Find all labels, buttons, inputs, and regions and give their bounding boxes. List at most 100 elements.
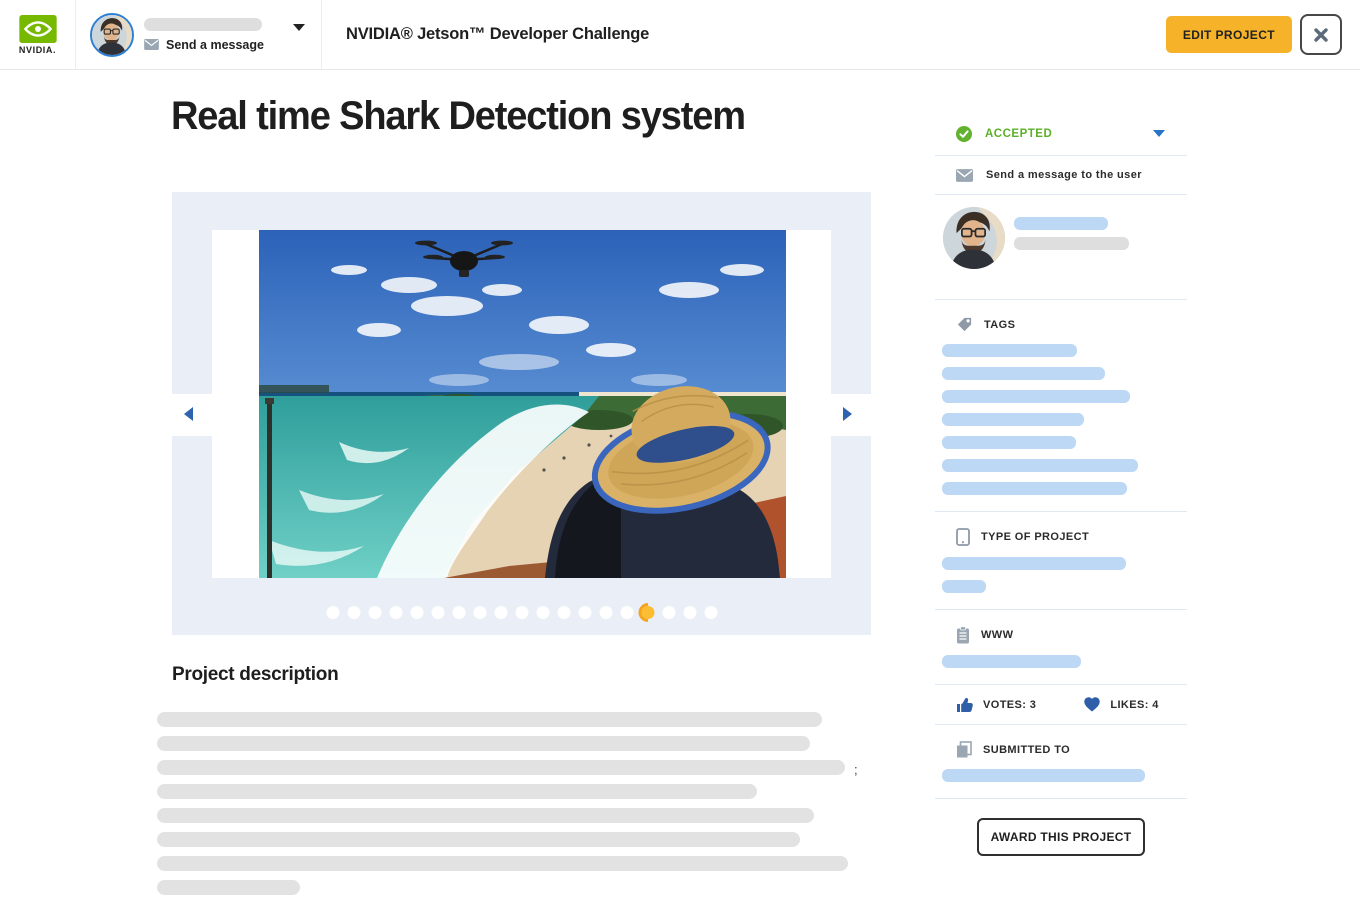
avatar: [90, 13, 134, 57]
top-header: NVIDIA. Send a message NVIDIA® Jetson™ D…: [0, 0, 1360, 70]
award-wrap: AWARD THIS PROJECT: [935, 799, 1187, 856]
send-message-to-user[interactable]: Send a message to the user: [935, 156, 1187, 195]
placeholder-bar: [157, 736, 810, 751]
send-message-link[interactable]: Send a message: [144, 38, 264, 52]
nvidia-logo-text: NVIDIA.: [19, 45, 56, 55]
project-sidebar: ACCEPTED Send a message to the user TAGS: [935, 112, 1187, 856]
carousel-dot[interactable]: [662, 606, 675, 619]
type-placeholder-bars: [935, 557, 1187, 593]
placeholder-bar: [942, 580, 986, 593]
carousel-dot[interactable]: [620, 606, 633, 619]
carousel-dot[interactable]: [494, 606, 507, 619]
tags-label: TAGS: [984, 319, 1015, 331]
carousel-prev-button[interactable]: [184, 406, 200, 422]
carousel-dot[interactable]: [452, 606, 465, 619]
carousel-dot[interactable]: [347, 606, 360, 619]
www-placeholder-bars: [935, 655, 1187, 668]
status-badge: ACCEPTED: [985, 128, 1052, 140]
image-carousel: [172, 192, 871, 635]
accepted-check-icon: [956, 126, 972, 142]
likes-count: LIKES: 4: [1110, 699, 1158, 711]
placeholder-bar: [942, 390, 1130, 403]
carousel-dot-active[interactable]: [641, 606, 654, 619]
tags-placeholder-bars: [935, 344, 1187, 495]
nvidia-eye-icon: [19, 15, 57, 43]
envelope-icon: [956, 169, 973, 182]
project-photo-drone-beach: [259, 230, 786, 578]
carousel-dot[interactable]: [473, 606, 486, 619]
www-section: WWW: [935, 610, 1187, 685]
header-actions: EDIT PROJECT: [1166, 0, 1360, 69]
placeholder-bar: [942, 367, 1105, 380]
description-placeholder-block: ;: [157, 712, 887, 904]
carousel-dot[interactable]: [704, 606, 717, 619]
send-message-label: Send a message: [166, 38, 264, 52]
votes-group: VOTES: 3: [956, 697, 1036, 713]
placeholder-bar: [157, 712, 822, 727]
author-placeholder-bars: [1014, 207, 1129, 269]
placeholder-bar: [157, 880, 300, 895]
carousel-dot[interactable]: [389, 606, 402, 619]
votes-count: VOTES: 3: [983, 699, 1036, 711]
project-review-page: NVIDIA. Send a message NVIDIA® Jetson™ D…: [0, 0, 1360, 897]
description-heading: Project description: [172, 664, 338, 686]
pages-icon: [956, 741, 972, 758]
thumbs-up-icon: [956, 697, 973, 713]
carousel-dots: [326, 606, 717, 619]
placeholder-bar: [942, 459, 1138, 472]
avatar: [943, 207, 1005, 269]
placeholder-bar: [157, 856, 848, 871]
carousel-dot[interactable]: [683, 606, 696, 619]
stray-character: ;: [854, 762, 858, 777]
close-button[interactable]: [1300, 14, 1342, 55]
carousel-dot[interactable]: [515, 606, 528, 619]
carousel-dot[interactable]: [536, 606, 549, 619]
heart-icon: [1084, 697, 1100, 712]
submitted-to-label: SUBMITTED TO: [983, 744, 1070, 756]
envelope-icon: [144, 39, 159, 50]
award-this-project-button[interactable]: AWARD THIS PROJECT: [977, 818, 1145, 856]
placeholder-bar: [157, 784, 757, 799]
project-author[interactable]: [935, 195, 1187, 300]
clipboard-icon: [956, 626, 970, 644]
likes-group: LIKES: 4: [1084, 697, 1158, 712]
arrow-right-icon: [843, 407, 852, 421]
close-icon: [1314, 28, 1328, 42]
placeholder-bar: [157, 760, 845, 775]
tag-icon: [956, 316, 973, 333]
carousel-dot[interactable]: [368, 606, 381, 619]
placeholder-bar: [157, 808, 814, 823]
chevron-down-icon: [1153, 130, 1165, 137]
username-placeholder-bar: [144, 18, 262, 31]
edit-project-button[interactable]: EDIT PROJECT: [1166, 16, 1292, 53]
send-message-to-user-label: Send a message to the user: [986, 169, 1142, 181]
challenge-title: NVIDIA® Jetson™ Developer Challenge: [346, 25, 649, 44]
carousel-dot[interactable]: [578, 606, 591, 619]
status-dropdown[interactable]: ACCEPTED: [935, 112, 1187, 156]
submitted-placeholder-bars: [935, 769, 1187, 782]
tablet-icon: [956, 528, 970, 546]
placeholder-bar: [1014, 237, 1129, 250]
nvidia-logo-cell[interactable]: NVIDIA.: [0, 0, 76, 69]
user-chip[interactable]: Send a message: [76, 0, 322, 69]
arrow-left-icon: [184, 407, 193, 421]
carousel-dot[interactable]: [599, 606, 612, 619]
chevron-down-icon[interactable]: [293, 24, 305, 31]
carousel-next-button[interactable]: [843, 406, 859, 422]
user-chip-info: Send a message: [144, 18, 264, 52]
type-of-project-label: TYPE OF PROJECT: [981, 531, 1089, 543]
placeholder-bar: [942, 482, 1127, 495]
carousel-dot[interactable]: [410, 606, 423, 619]
nvidia-logo: NVIDIA.: [19, 15, 57, 55]
tags-section: TAGS: [935, 300, 1187, 512]
votes-likes-row: VOTES: 3 LIKES: 4: [935, 685, 1187, 725]
carousel-dot[interactable]: [326, 606, 339, 619]
carousel-dot[interactable]: [431, 606, 444, 619]
carousel-dot[interactable]: [557, 606, 570, 619]
placeholder-bar: [1014, 217, 1108, 230]
placeholder-bar: [942, 436, 1076, 449]
submitted-to-section: SUBMITTED TO: [935, 725, 1187, 799]
placeholder-bar: [157, 832, 800, 847]
placeholder-bar: [942, 769, 1145, 782]
placeholder-bar: [942, 413, 1084, 426]
